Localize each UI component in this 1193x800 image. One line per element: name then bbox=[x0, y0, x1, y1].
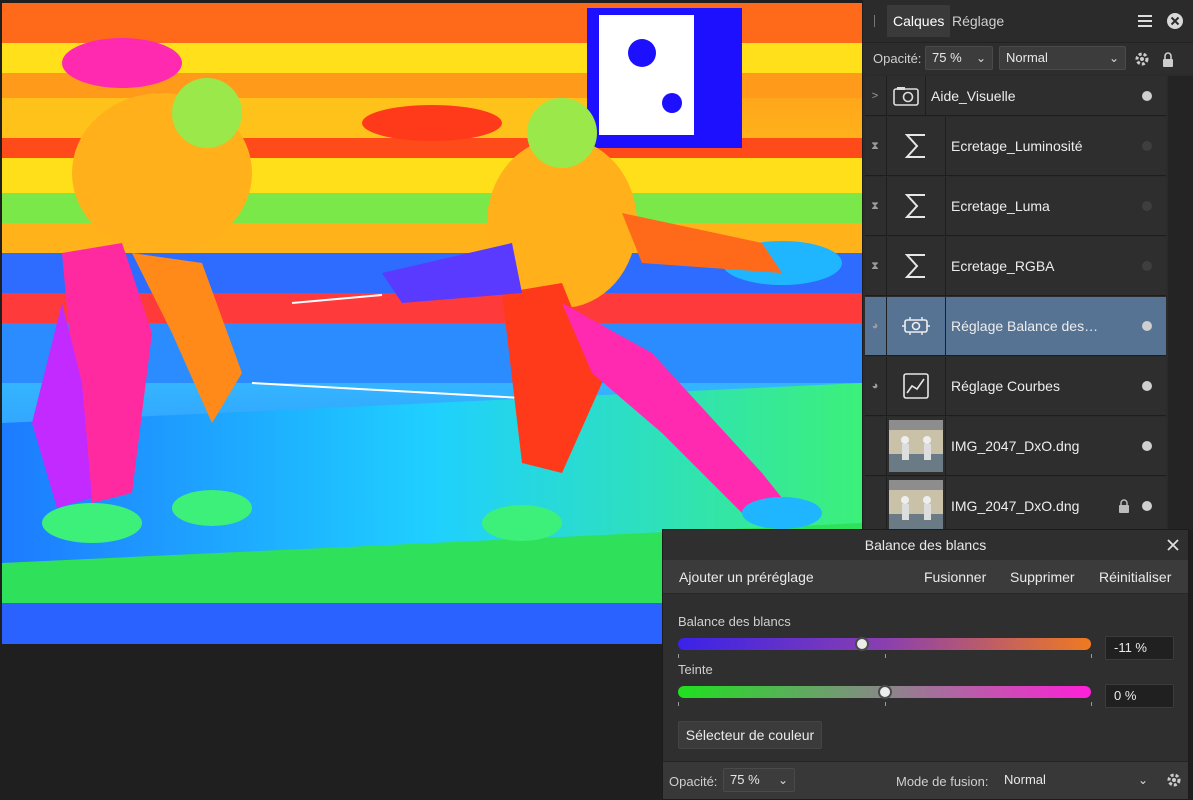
white-balance-dialog: Balance des blancs Ajouter un préréglage… bbox=[662, 529, 1189, 800]
layer-name: Aide_Visuelle bbox=[931, 87, 1016, 104]
delete-button[interactable]: Supprimer bbox=[1004, 560, 1081, 594]
layer-row-ecretage-rgba[interactable]: ⧗ Ecretage_RGBA bbox=[865, 237, 1166, 296]
tab-calques[interactable]: Calques bbox=[887, 5, 951, 37]
tab-reglage[interactable]: Réglage bbox=[946, 5, 1010, 37]
tint-value-field[interactable]: 0 % bbox=[1105, 684, 1174, 708]
tint-slider-ticks bbox=[678, 702, 1092, 708]
white-balance-slider-ticks bbox=[678, 654, 1092, 660]
layer-name: Réglage Balance des… bbox=[951, 318, 1099, 334]
blend-mode-value: Normal bbox=[1006, 50, 1048, 65]
layer-name: IMG_2047_DxO.dng bbox=[951, 438, 1080, 454]
layer-row-reglage-courbes[interactable]: ◕ Réglage Courbes bbox=[865, 357, 1166, 416]
chevron-down-icon: ⌄ bbox=[1108, 51, 1119, 65]
gear-icon[interactable] bbox=[1133, 50, 1151, 68]
visibility-dot-icon[interactable] bbox=[1142, 501, 1152, 511]
merge-button[interactable]: Fusionner bbox=[918, 560, 992, 594]
close-panel-icon[interactable] bbox=[1165, 11, 1185, 31]
visibility-dot-icon[interactable] bbox=[1142, 321, 1152, 331]
curves-icon bbox=[886, 357, 946, 415]
layer-row-img-2047-locked[interactable]: IMG_2047_DxO.dng bbox=[865, 477, 1166, 536]
footer-blend-mode-dropdown[interactable]: Normal ⌄ bbox=[997, 768, 1155, 792]
opacity-label: Opacité: bbox=[873, 51, 922, 66]
panel-menu-icon[interactable] bbox=[1136, 12, 1154, 30]
camera-group-icon bbox=[886, 76, 926, 115]
dialog-footer: Opacité: 75 % ⌄ Mode de fusion: Normal ⌄ bbox=[663, 761, 1188, 799]
layers-panel: Calques Réglage Opacité: 75 % ⌄ Normal ⌄… bbox=[863, 0, 1193, 536]
visibility-dot-icon[interactable] bbox=[1142, 441, 1152, 451]
layer-name: Ecretage_Luminosité bbox=[951, 138, 1083, 154]
footer-opacity-label: Opacité: bbox=[669, 774, 718, 789]
visibility-dot-icon[interactable] bbox=[1142, 201, 1152, 211]
layer-row-spacer bbox=[865, 477, 885, 535]
add-preset-button[interactable]: Ajouter un préréglage bbox=[673, 560, 820, 594]
white-balance-icon bbox=[886, 297, 946, 355]
panel-tab-bar: Calques Réglage bbox=[863, 0, 1193, 42]
tab-separator bbox=[874, 15, 875, 27]
color-picker-button[interactable]: Sélecteur de couleur bbox=[678, 721, 822, 749]
sigma-icon bbox=[886, 117, 946, 175]
footer-blend-mode-value: Normal bbox=[1004, 772, 1046, 787]
layer-list-scrollbar[interactable] bbox=[1168, 76, 1193, 530]
footer-opacity-value: 75 % bbox=[730, 772, 760, 787]
layer-name: Réglage Courbes bbox=[951, 378, 1060, 394]
dialog-title: Balance des blancs bbox=[864, 537, 987, 553]
close-icon[interactable] bbox=[1162, 534, 1184, 556]
image-thumbnail bbox=[886, 417, 946, 475]
tint-label: Teinte bbox=[678, 662, 713, 677]
white-balance-value-field[interactable]: -11 % bbox=[1105, 636, 1174, 660]
hourglass-icon: ⧗ bbox=[871, 139, 879, 152]
half-circle-icon: ◕ bbox=[871, 380, 879, 392]
layer-row-aide-visuelle[interactable]: > Aide_Visuelle bbox=[865, 76, 1166, 116]
chevron-down-icon: ⌄ bbox=[777, 773, 788, 787]
layer-row-img-2047[interactable]: IMG_2047_DxO.dng bbox=[865, 417, 1166, 476]
hourglass-icon: ⧗ bbox=[871, 199, 879, 212]
blend-mode-label: Mode de fusion: bbox=[896, 774, 989, 789]
footer-opacity-dropdown[interactable]: 75 % ⌄ bbox=[723, 768, 795, 792]
white-balance-slider[interactable] bbox=[678, 638, 1091, 650]
tint-slider-knob[interactable] bbox=[877, 685, 892, 699]
layer-opacity-row: Opacité: 75 % ⌄ Normal ⌄ bbox=[863, 42, 1193, 74]
layer-row-spacer bbox=[865, 417, 885, 475]
lock-icon[interactable] bbox=[1160, 50, 1176, 68]
visibility-dot-icon[interactable] bbox=[1142, 90, 1152, 101]
blend-mode-dropdown[interactable]: Normal ⌄ bbox=[999, 46, 1126, 70]
half-circle-icon: ◕ bbox=[871, 320, 879, 332]
preset-bar: Ajouter un préréglage Fusionner Supprime… bbox=[663, 560, 1188, 594]
opacity-dropdown[interactable]: 75 % ⌄ bbox=[925, 46, 993, 70]
gear-icon[interactable] bbox=[1165, 771, 1183, 789]
sigma-icon bbox=[886, 237, 946, 295]
visibility-dot-icon[interactable] bbox=[1142, 381, 1152, 391]
white-balance-slider-knob[interactable] bbox=[854, 637, 869, 651]
white-balance-label: Balance des blancs bbox=[678, 614, 791, 629]
chevron-down-icon: ⌄ bbox=[975, 51, 986, 65]
visibility-dot-icon[interactable] bbox=[1142, 141, 1152, 151]
chevron-down-icon: ⌄ bbox=[1137, 773, 1148, 787]
layer-row-ecretage-luma[interactable]: ⧗ Ecretage_Luma bbox=[865, 177, 1166, 236]
sigma-icon bbox=[886, 177, 946, 235]
layer-row-ecretage-luminosite[interactable]: ⧗ Ecretage_Luminosité bbox=[865, 117, 1166, 176]
chevron-right-icon[interactable]: > bbox=[865, 76, 885, 115]
layer-row-reglage-balance[interactable]: ◕ Réglage Balance des… bbox=[865, 297, 1166, 356]
hourglass-icon: ⧗ bbox=[871, 259, 879, 272]
visibility-dot-icon[interactable] bbox=[1142, 261, 1152, 271]
reset-button[interactable]: Réinitialiser bbox=[1093, 560, 1177, 594]
opacity-value: 75 % bbox=[932, 50, 962, 65]
image-thumbnail bbox=[886, 477, 946, 535]
layer-name: IMG_2047_DxO.dng bbox=[951, 498, 1080, 514]
lock-icon[interactable] bbox=[1118, 499, 1130, 513]
layer-name: Ecretage_Luma bbox=[951, 198, 1050, 214]
layer-name: Ecretage_RGBA bbox=[951, 258, 1055, 274]
